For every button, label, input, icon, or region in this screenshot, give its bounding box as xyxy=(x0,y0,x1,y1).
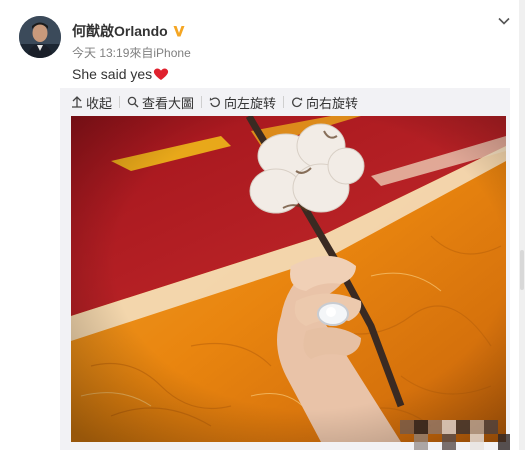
collapse-button[interactable]: 收起 xyxy=(71,93,112,112)
scrollbar[interactable] xyxy=(519,0,525,450)
post-text: She said yes xyxy=(72,66,169,82)
post-meta: 今天 13:19來自iPhone xyxy=(72,44,191,61)
collapse-label: 收起 xyxy=(86,95,113,111)
scrollbar-thumb[interactable] xyxy=(520,250,524,290)
rotate-left-icon xyxy=(209,97,220,108)
post-time[interactable]: 今天 13:19 xyxy=(72,46,129,60)
rotate-left-button[interactable]: 向左旋转 xyxy=(209,93,276,112)
rotate-right-icon xyxy=(292,97,303,108)
verified-icon xyxy=(172,24,186,38)
rotate-left-label: 向左旋转 xyxy=(224,95,277,111)
rotate-right-button[interactable]: 向右旋转 xyxy=(291,93,358,112)
pixelated-overlay xyxy=(400,408,510,450)
weibo-post: 何猷啟Orlando 今天 13:19來自iPhone She said yes… xyxy=(0,0,525,450)
username[interactable]: 何猷啟Orlando xyxy=(72,21,186,41)
chevron-down-icon[interactable] xyxy=(497,14,511,28)
post-source: 來自iPhone xyxy=(129,46,191,60)
post-text-content: She said yes xyxy=(72,66,153,82)
toolbar-divider xyxy=(119,96,121,108)
avatar[interactable] xyxy=(19,16,61,58)
heart-icon xyxy=(153,67,169,81)
view-large-button[interactable]: 查看大圖 xyxy=(127,93,194,112)
view-large-label: 查看大圖 xyxy=(142,95,195,111)
arrow-up-icon xyxy=(72,96,82,108)
post-photo[interactable] xyxy=(71,116,506,442)
username-text[interactable]: 何猷啟Orlando xyxy=(72,23,168,39)
toolbar-divider xyxy=(201,96,203,108)
media-toolbar: 收起 查看大圖 向左旋转 向右旋转 xyxy=(71,93,358,111)
toolbar-divider xyxy=(283,96,285,108)
rotate-right-label: 向右旋转 xyxy=(306,95,359,111)
search-icon xyxy=(127,96,139,108)
